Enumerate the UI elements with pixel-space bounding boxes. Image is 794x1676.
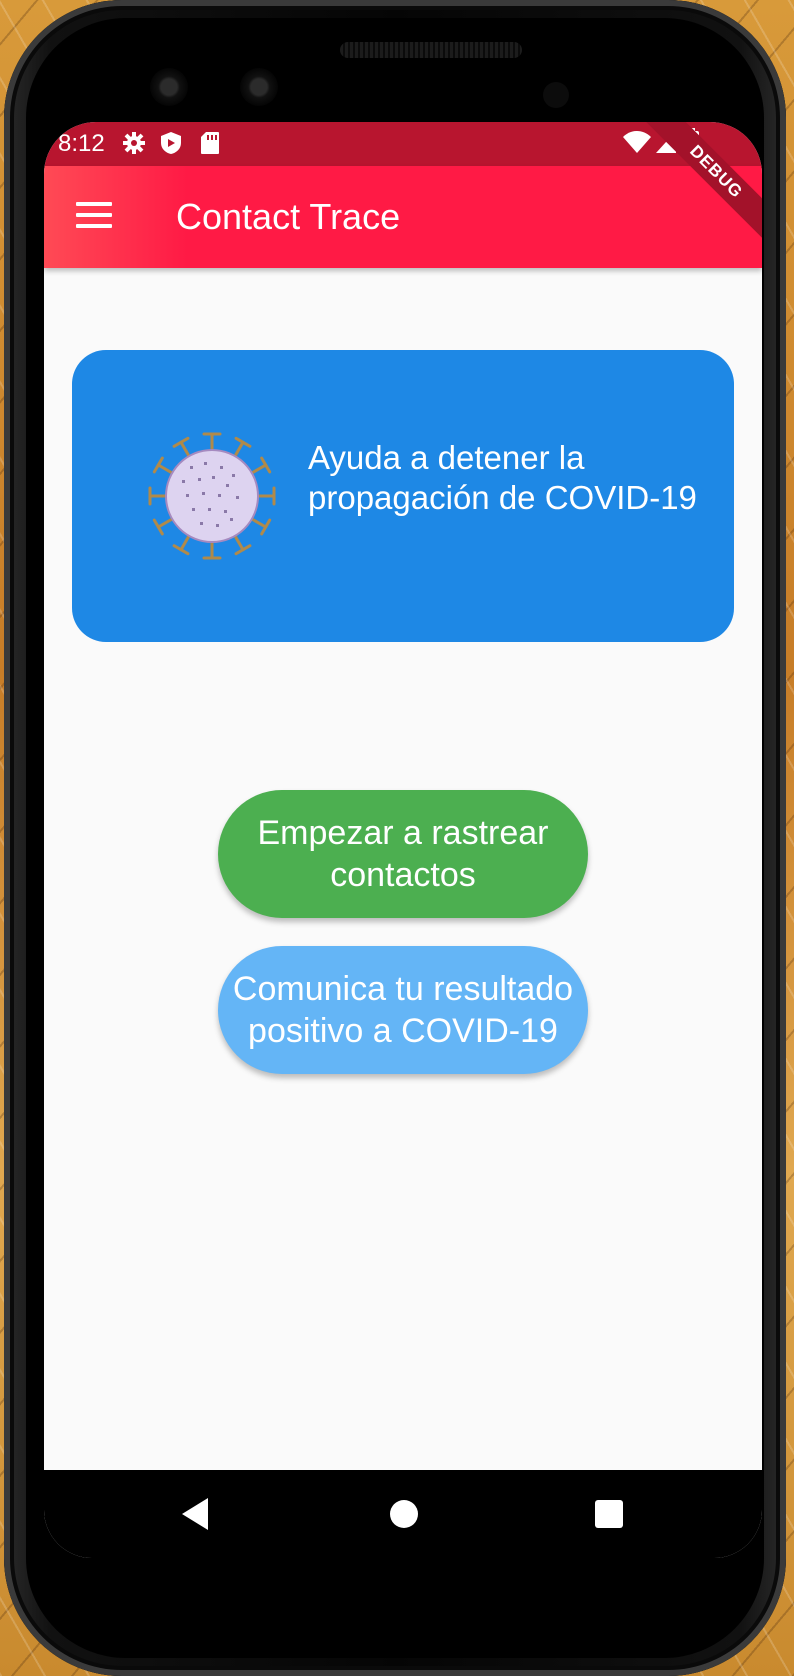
info-card: Ayuda a detener la propagación de COVID-… bbox=[72, 350, 734, 642]
info-card-text: Ayuda a detener la propagación de COVID-… bbox=[308, 439, 697, 516]
phone-screen: 8:12 Contact Trace DEBUG Ayuda a detener… bbox=[44, 122, 762, 1558]
sd-card-icon bbox=[201, 132, 219, 154]
hamburger-menu-icon[interactable] bbox=[76, 202, 112, 232]
home-icon[interactable] bbox=[390, 1500, 418, 1528]
wifi-icon bbox=[623, 131, 651, 153]
app-bar: Contact Trace bbox=[44, 166, 762, 268]
recents-icon[interactable] bbox=[595, 1500, 623, 1528]
virus-icon bbox=[148, 432, 276, 560]
shield-icon bbox=[161, 132, 181, 154]
status-time: 8:12 bbox=[58, 130, 105, 157]
gear-icon bbox=[123, 132, 145, 154]
back-icon[interactable] bbox=[182, 1498, 208, 1530]
app-title: Contact Trace bbox=[176, 196, 401, 237]
report-positive-button[interactable]: Comunica tu resultado positivo a COVID-1… bbox=[218, 946, 588, 1074]
front-camera-icon bbox=[240, 68, 278, 106]
start-tracing-button[interactable]: Empezar a rastrear contactos bbox=[218, 790, 588, 918]
system-nav-bar bbox=[44, 1470, 762, 1558]
proximity-sensor bbox=[543, 82, 569, 108]
earpiece-speaker bbox=[340, 42, 522, 58]
front-camera-icon bbox=[150, 68, 188, 106]
